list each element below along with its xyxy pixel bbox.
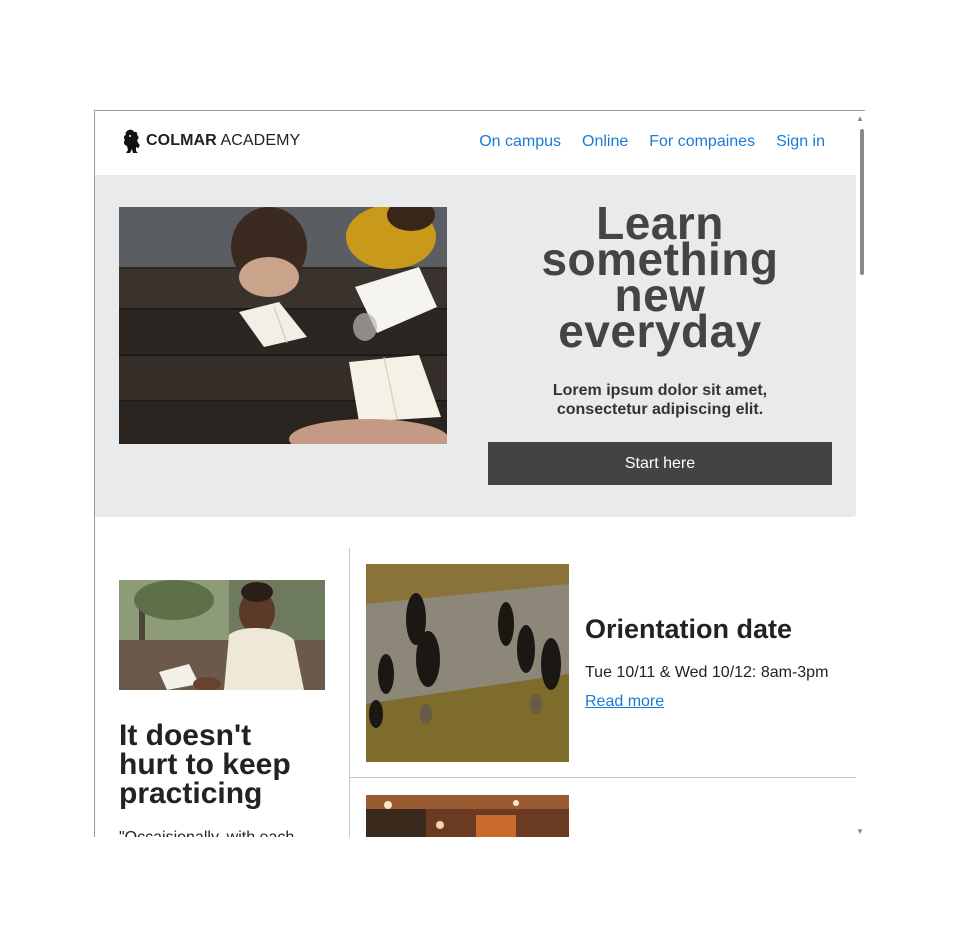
read-more-link[interactable]: Read more <box>585 693 664 711</box>
start-here-button[interactable]: Start here <box>488 442 832 485</box>
nav-on-campus[interactable]: On campus <box>479 133 561 151</box>
practice-heading: It doesn't hurt to keep practicing <box>119 719 291 810</box>
practice-quote: "Occaisionally, with each <box>119 829 294 837</box>
orientation-date: Tue 10/11 & Wed 10/12: 8am-3pm <box>585 664 829 681</box>
hero-section: Learn something new everyday Lorem ipsum… <box>95 175 856 517</box>
column-divider <box>349 548 350 837</box>
nav-for-companies[interactable]: For compaines <box>649 133 755 151</box>
nav-sign-in[interactable]: Sign in <box>776 133 825 151</box>
hero-image <box>119 207 447 444</box>
hero-subtitle: Lorem ipsum dolor sit amet, consectetur … <box>552 382 768 418</box>
browser-viewport: COLMAR ACADEMY On campus Online For comp… <box>94 110 865 837</box>
orientation-title: Orientation date <box>585 614 793 644</box>
scroll-down-arrow-icon[interactable]: ▼ <box>856 828 864 836</box>
main-nav: On campus Online For compaines Sign in <box>479 133 825 151</box>
nav-online[interactable]: Online <box>582 133 628 151</box>
lion-icon <box>123 129 140 153</box>
scroll-thumb[interactable] <box>860 129 864 275</box>
hero-title: Learn something new everyday <box>541 197 779 357</box>
site-header: COLMAR ACADEMY On campus Online For comp… <box>95 111 857 175</box>
scrollbar[interactable]: ▲ ▼ <box>856 111 865 837</box>
card-divider <box>350 777 857 778</box>
logo-text: COLMAR ACADEMY <box>146 132 301 149</box>
practice-image <box>119 580 325 690</box>
scroll-up-arrow-icon[interactable]: ▲ <box>856 115 864 123</box>
orientation-image <box>366 564 569 762</box>
second-card-image <box>366 795 569 837</box>
logo[interactable]: COLMAR ACADEMY <box>121 128 300 154</box>
